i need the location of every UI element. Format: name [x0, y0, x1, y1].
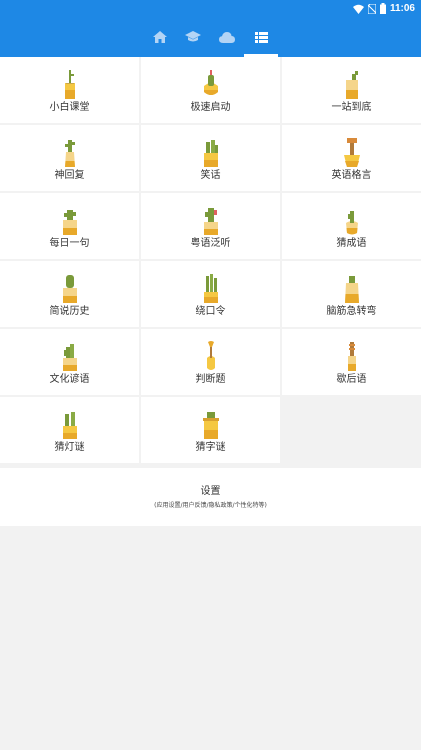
grid-item-label: 笑话 — [200, 170, 221, 181]
grid-item-label: 判断题 — [195, 374, 226, 385]
cloud-icon — [219, 31, 235, 43]
grid-item-label: 英语格言 — [331, 170, 372, 181]
battery-icon — [379, 3, 386, 14]
grid-item-jisu-qidong[interactable]: 极速启动 — [141, 57, 280, 123]
plant-pot-icon — [203, 208, 218, 235]
plant-pot-icon — [345, 71, 358, 99]
plant-pot-icon — [203, 274, 218, 303]
top-tab-bar — [0, 17, 421, 57]
graduation-cap-icon — [185, 31, 201, 42]
grid-item-naojin-jizhuanwan[interactable]: 脑筋急转弯 — [282, 261, 421, 327]
plant-pot-icon — [62, 275, 77, 303]
plant-pot-icon — [64, 140, 75, 167]
grid-item-label: 歇后语 — [336, 374, 367, 385]
grid-item-cai-chengyu[interactable]: 猜成语 — [282, 193, 421, 259]
grid-item-label: 猜字谜 — [195, 442, 226, 453]
settings-title: 设置 — [200, 486, 221, 497]
plant-pot-icon — [343, 138, 360, 167]
tab-cloud[interactable] — [210, 17, 244, 57]
plant-pot-icon — [203, 140, 218, 167]
plant-pot-icon — [62, 412, 77, 439]
grid-item-label: 小白课堂 — [49, 102, 90, 113]
plant-pot-icon — [202, 412, 219, 439]
grid-item-label: 文化谚语 — [49, 374, 90, 385]
plant-pot-icon — [344, 276, 359, 303]
status-time: 11:06 — [389, 3, 415, 14]
home-icon — [153, 31, 167, 43]
grid-item-panduanti[interactable]: 判断题 — [141, 329, 280, 395]
plant-pot-icon — [62, 344, 77, 371]
grid-item-label: 神回复 — [54, 170, 85, 181]
tab-home[interactable] — [143, 17, 177, 57]
grid-item-label: 猜成语 — [336, 238, 367, 249]
settings-subtitle: (应用设置/用户反馈/隐私政策/个性化特等) — [154, 502, 267, 509]
grid-item-label: 极速启动 — [190, 102, 231, 113]
settings-entry[interactable]: 设置 (应用设置/用户反馈/隐私政策/个性化特等) — [0, 468, 421, 526]
status-bar: 11:06 — [0, 0, 421, 17]
grid-item-xiehouyu[interactable]: 歇后语 — [282, 329, 421, 395]
grid-item-wenhua-yanyu[interactable]: 文化谚语 — [0, 329, 139, 395]
grid-item-label: 脑筋急转弯 — [326, 306, 377, 317]
grid-item-cai-zimi[interactable]: 猜字谜 — [141, 397, 280, 463]
plant-pot-icon — [345, 211, 358, 235]
plant-pot-icon — [203, 70, 218, 95]
grid-item-meiri-yiju[interactable]: 每日一句 — [0, 193, 139, 259]
grid-item-shen-huifu[interactable]: 神回复 — [0, 125, 139, 191]
grid-item-yingyu-geyan[interactable]: 英语格言 — [282, 125, 421, 191]
plant-pot-icon — [206, 341, 215, 370]
plant-pot-icon — [347, 342, 356, 371]
grid-item-xiaohua[interactable]: 笑话 — [141, 125, 280, 191]
tab-learning[interactable] — [176, 17, 210, 57]
grid-item-cai-dengmi[interactable]: 猜灯谜 — [0, 397, 139, 463]
plant-pot-icon — [64, 70, 75, 99]
grid-item-label: 绕口令 — [195, 306, 226, 317]
tab-list[interactable] — [244, 17, 278, 57]
plant-pot-icon — [62, 210, 77, 235]
grid-item-label: 猜灯谜 — [54, 442, 85, 453]
grid-item-yueyu-fanting[interactable]: 粤语泛听 — [141, 193, 280, 259]
grid-item-yizhan-daodi[interactable]: 一站到底 — [282, 57, 421, 123]
grid-item-raokouling[interactable]: 绕口令 — [141, 261, 280, 327]
no-sim-icon — [367, 3, 376, 14]
grid-item-label: 简说历史 — [49, 306, 90, 317]
wifi-icon — [352, 4, 364, 14]
grid-item-label: 粤语泛听 — [190, 238, 231, 249]
grid-item-xiaobai-ketang[interactable]: 小白课堂 — [0, 57, 139, 123]
list-icon — [254, 31, 268, 43]
grid-item-label: 一站到底 — [331, 102, 372, 113]
grid-item-label: 每日一句 — [49, 238, 90, 249]
grid-item-jianshuo-lishi[interactable]: 简说历史 — [0, 261, 139, 327]
